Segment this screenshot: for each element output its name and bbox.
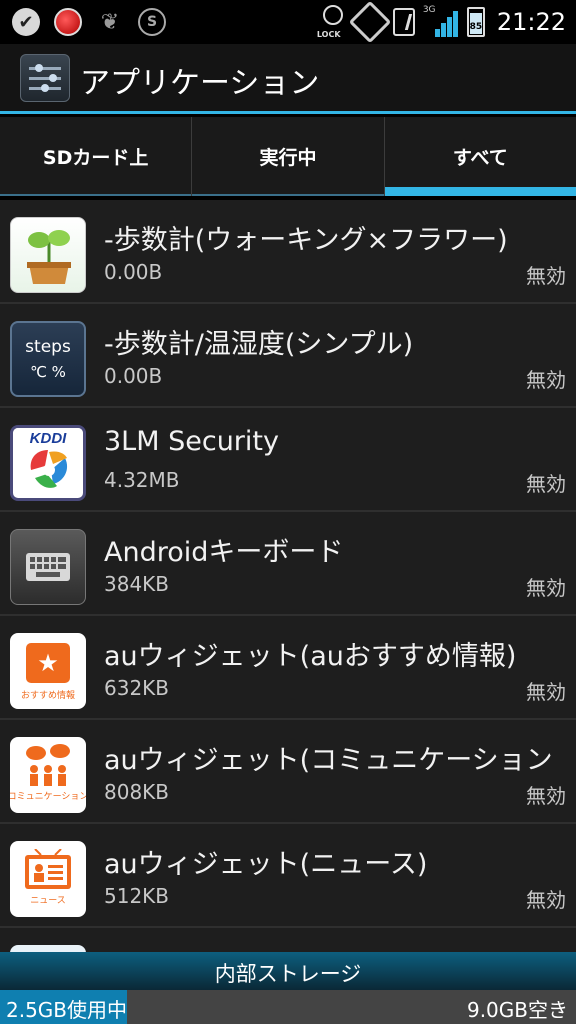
app-name: Androidキーボード bbox=[104, 537, 344, 568]
list-item[interactable]: ニュース auウィジェット(ニュース) 512KB 無効 bbox=[0, 824, 576, 928]
list-item[interactable]: ★ おすすめ情報 auウィジェット(auおすすめ情報) 632KB 無効 bbox=[0, 616, 576, 720]
check-icon: ✔ bbox=[12, 8, 40, 36]
storage-panel: 内部ストレージ 2.5GB使用中 9.0GB空き bbox=[0, 952, 576, 1024]
icon-label: コミュニケーション bbox=[10, 792, 86, 802]
app-status: 無効 bbox=[526, 784, 566, 808]
app-list[interactable]: -歩数計(ウォーキング×フラワー) 0.00B 無効 steps ℃ % -歩数… bbox=[0, 200, 576, 952]
plant-icon bbox=[10, 217, 86, 293]
skype-icon: S bbox=[138, 8, 166, 36]
app-name: auウィジェット(コミュニケーション bbox=[104, 745, 553, 776]
icon-text: KDDI bbox=[30, 430, 67, 447]
star-glyph: ★ bbox=[26, 643, 70, 683]
app-status: 無効 bbox=[526, 368, 566, 392]
battery-icon: 85 bbox=[466, 7, 485, 37]
tab-sd-card[interactable]: SDカード上 bbox=[0, 117, 192, 196]
app-size: 4.32MB bbox=[104, 468, 180, 492]
notification-icons: ✔ ❦ S bbox=[12, 8, 166, 36]
app-name: -歩数計/温湿度(シンプル) bbox=[104, 329, 414, 360]
kddi-icon: KDDI bbox=[10, 425, 86, 501]
steps-icon: steps ℃ % bbox=[10, 321, 86, 397]
app-status: 無効 bbox=[526, 888, 566, 912]
app-size: 0.00B bbox=[104, 364, 163, 388]
signal-icon: 3G bbox=[422, 5, 459, 37]
tab-bar: SDカード上 実行中 すべて bbox=[0, 117, 576, 196]
list-item-partial[interactable] bbox=[0, 928, 576, 952]
news-icon: ニュース bbox=[10, 841, 86, 917]
lock-icon: LOCK bbox=[316, 5, 347, 39]
status-bar: ✔ ❦ S LOCK 3G 85 21:22 bbox=[0, 0, 576, 44]
nfc-icon bbox=[392, 8, 415, 36]
clock: 21:22 bbox=[496, 8, 566, 36]
storage-used-text: 2.5GB使用中 bbox=[6, 998, 128, 1022]
security-app-icon bbox=[54, 8, 82, 36]
app-name: auウィジェット(ニュース) bbox=[104, 849, 428, 880]
app-size: 808KB bbox=[104, 780, 170, 804]
icon-label: おすすめ情報 bbox=[20, 691, 75, 701]
communication-icon: コミュニケーション bbox=[10, 737, 86, 813]
list-item[interactable]: KDDI 3LM Security 4.32MB 無効 bbox=[0, 408, 576, 512]
app-status: 無効 bbox=[526, 576, 566, 600]
list-item[interactable]: コミュニケーション auウィジェット(コミュニケーション 808KB 無効 bbox=[0, 720, 576, 824]
action-bar: アプリケーション bbox=[0, 44, 576, 114]
list-item[interactable]: Androidキーボード 384KB 無効 bbox=[0, 512, 576, 616]
app-icon bbox=[10, 945, 86, 952]
leaf-icon: ❦ bbox=[100, 9, 120, 35]
screen-rotation-icon bbox=[348, 0, 392, 44]
app-size: 632KB bbox=[104, 676, 170, 700]
tab-label: すべて bbox=[452, 147, 508, 169]
app-name: -歩数計(ウォーキング×フラワー) bbox=[104, 225, 508, 256]
app-size: 512KB bbox=[104, 884, 170, 908]
app-status: 無効 bbox=[526, 680, 566, 704]
storage-title: 内部ストレージ bbox=[0, 952, 576, 990]
list-item[interactable]: steps ℃ % -歩数計/温湿度(シンプル) 0.00B 無効 bbox=[0, 304, 576, 408]
storage-usage-bar: 2.5GB使用中 9.0GB空き bbox=[0, 990, 576, 1024]
tab-running[interactable]: 実行中 bbox=[191, 117, 384, 196]
battery-level: 85 bbox=[469, 22, 483, 32]
icon-text: steps bbox=[25, 337, 71, 357]
storage-free-text: 9.0GB空き bbox=[466, 998, 568, 1022]
settings-sliders-icon[interactable] bbox=[20, 54, 70, 102]
app-status: 無効 bbox=[526, 472, 566, 496]
system-icons: LOCK 3G 85 21:22 bbox=[316, 0, 566, 44]
page-title: アプリケーション bbox=[80, 66, 320, 101]
icon-label: ニュース bbox=[30, 896, 66, 906]
tab-all[interactable]: すべて bbox=[383, 117, 576, 196]
list-item[interactable]: -歩数計(ウォーキング×フラワー) 0.00B 無効 bbox=[0, 200, 576, 304]
network-type: 3G bbox=[422, 5, 436, 15]
tab-label: SDカード上 bbox=[42, 147, 149, 169]
star-icon: ★ おすすめ情報 bbox=[10, 633, 86, 709]
app-size: 384KB bbox=[104, 572, 170, 596]
icon-text: ℃ % bbox=[30, 363, 66, 381]
keyboard-icon bbox=[10, 529, 86, 605]
app-size: 0.00B bbox=[104, 260, 163, 284]
app-name: 3LM Security bbox=[104, 426, 279, 457]
tab-label: 実行中 bbox=[259, 147, 317, 169]
lock-label: LOCK bbox=[316, 30, 341, 39]
app-name: auウィジェット(auおすすめ情報) bbox=[104, 641, 517, 672]
app-status: 無効 bbox=[526, 264, 566, 288]
